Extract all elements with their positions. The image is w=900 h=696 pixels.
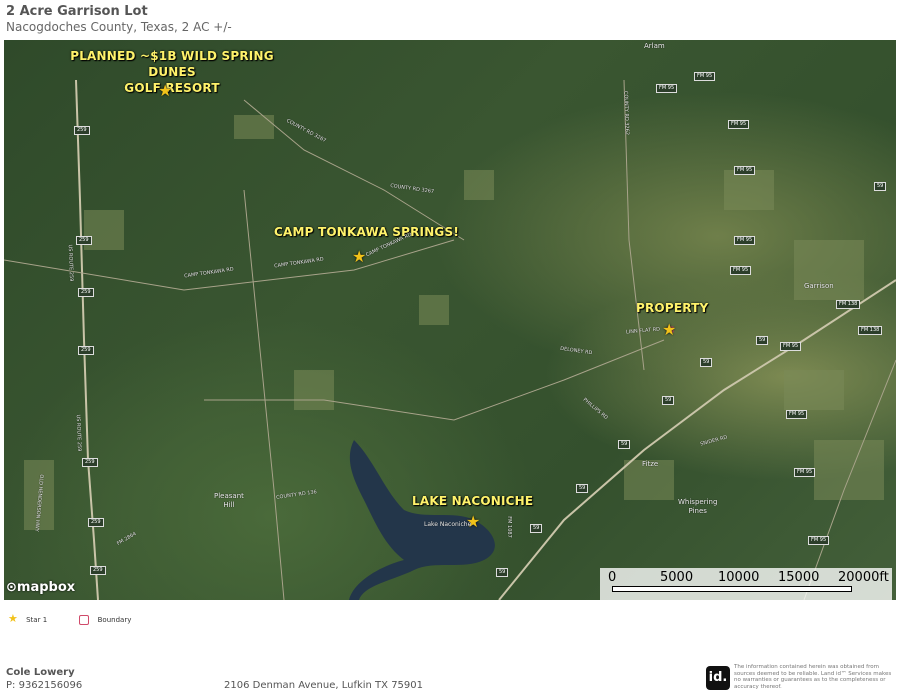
whispering-pines-line-1: Whispering [678, 498, 718, 506]
fm-138-shield: FM 138 [836, 300, 861, 309]
road-label: US ROUTE 259 [74, 414, 83, 452]
us-59-shield: 59 [576, 484, 589, 493]
field [814, 440, 884, 500]
us-59-shield: 59 [530, 524, 543, 533]
land-id-logo: id. [706, 666, 730, 690]
field [464, 170, 494, 200]
field [234, 115, 274, 139]
us-59-shield: 59 [700, 358, 713, 367]
place-fitze: Fitze [642, 460, 659, 468]
us-259-shield: 259 [78, 346, 94, 355]
pleasant-hill-line-1: Pleasant [214, 492, 244, 500]
place-garrison: Garrison [804, 282, 834, 290]
satellite-map[interactable]: PLANNED ~$1B WILD SPRING DUNES GOLF RESO… [4, 40, 896, 600]
legend-star-label: Star 1 [26, 616, 48, 624]
vertical-road [243, 189, 285, 600]
field [294, 370, 334, 410]
scale-bar-line [612, 586, 852, 592]
mapbox-logo[interactable]: ⊙mapbox [6, 580, 75, 595]
disclaimer-text: The information contained herein was obt… [734, 664, 892, 690]
property-star-icon[interactable]: ★ [662, 322, 676, 338]
legend-boundary-icon [79, 615, 90, 625]
us-259-shield: 259 [76, 236, 92, 245]
scale-tick: 10000 [718, 570, 760, 585]
us-59-shield: 59 [496, 568, 509, 577]
place-lake-naconiche: Lake Naconiche [424, 521, 472, 528]
place-whispering-pines: Whispering Pines [678, 498, 717, 516]
mapbox-icon: ⊙ [6, 580, 17, 595]
us-59-shield: 59 [618, 440, 631, 449]
place-pleasant-hill: Pleasant Hill [214, 492, 244, 510]
road-label: FM 1087 [505, 516, 512, 538]
mapbox-label: mapbox [16, 580, 76, 595]
field [784, 370, 844, 410]
agent-phone: P: 9362156096 [6, 680, 83, 691]
agent-address: 2106 Denman Avenue, Lufkin TX 75901 [224, 680, 424, 691]
us-259-shield: 259 [90, 566, 106, 575]
us-259-shield: 259 [78, 288, 94, 297]
field [419, 295, 449, 325]
road-label: US ROUTE 259 [66, 244, 75, 282]
camp-tonkawa-callout: CAMP TONKAWA SPRINGS! [274, 225, 459, 239]
field [794, 240, 864, 300]
agent-name: Cole Lowery [6, 667, 75, 678]
fm-138-shield: FM 138 [858, 326, 883, 335]
county-road-3267 [243, 99, 465, 241]
fm-95-shield: FM 95 [786, 410, 808, 419]
field [724, 170, 774, 210]
pleasant-hill-line-2: Hill [223, 501, 235, 509]
fm-95-shield: FM 95 [734, 166, 756, 175]
us-59-shield: 59 [662, 396, 675, 405]
property-callout: PROPERTY [636, 301, 709, 315]
scale-tick: 20000ft [838, 570, 889, 585]
fm-95-shield: FM 95 [794, 468, 816, 477]
page-title: 2 Acre Garrison Lot [6, 4, 148, 19]
legend-star-icon: ★ [8, 612, 18, 625]
legend-boundary-label: Boundary [97, 616, 132, 624]
fm-95-shield: FM 95 [694, 72, 716, 81]
fm-95-shield: FM 95 [780, 342, 802, 351]
scale-tick: 15000 [778, 570, 820, 585]
us-59-shield: 59 [874, 182, 887, 191]
golf-resort-star-icon[interactable]: ★ [158, 83, 172, 99]
golf-callout-line-1: PLANNED ~$1B WILD SPRING DUNES [70, 49, 274, 79]
fm-95-shield: FM 95 [656, 84, 678, 93]
page-subtitle: Nacogdoches County, Texas, 2 AC +/- [6, 20, 232, 34]
lake-naconiche-callout: LAKE NACONICHE [412, 494, 534, 508]
place-arlam: Arlam [644, 42, 665, 50]
camp-tonkawa-star-icon[interactable]: ★ [352, 249, 366, 265]
fm-95-shield: FM 95 [808, 536, 830, 545]
whispering-pines-line-2: Pines [688, 507, 707, 515]
fm-95-shield: FM 95 [734, 236, 756, 245]
fm-95-shield: FM 95 [730, 266, 752, 275]
us-259-shield: 259 [82, 458, 98, 467]
scale-tick: 5000 [660, 570, 694, 585]
us-259-shield: 259 [74, 126, 90, 135]
scale-bar: 0 5000 10000 15000 20000ft [600, 568, 892, 600]
map-legend: ★ Star 1 Boundary [8, 612, 131, 625]
scale-tick: 0 [608, 570, 617, 585]
us-259-shield: 259 [88, 518, 104, 527]
us-59-shield: 59 [756, 336, 769, 345]
map-overlay [4, 79, 896, 600]
fm-95-shield: FM 95 [728, 120, 750, 129]
